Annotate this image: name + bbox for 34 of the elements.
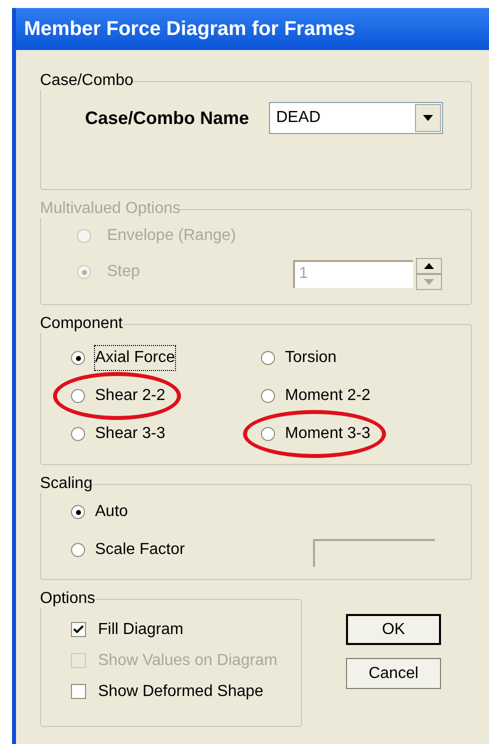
window-title: Member Force Diagram for Frames [24,17,356,42]
option-label: Moment 3-3 [285,424,370,444]
option-label: Envelope (Range) [107,226,236,246]
group-title: Multivalued Options [40,200,181,218]
option-label: Show Deformed Shape [98,682,264,702]
dialog-button[interactable]: Cancel [346,658,441,689]
option-label: Scale Factor [95,540,185,560]
option-label: Axial Force [95,346,176,370]
dialog-button[interactable]: OK [346,614,441,645]
option-label: Step [107,262,140,282]
option-label: Show Values on Diagram [98,650,278,670]
option-label: Auto [95,502,128,522]
group-title: Scaling [40,475,92,493]
group-title: Case/Combo [40,72,134,90]
option-label: Shear 3-3 [95,424,166,444]
option-label: Torsion [285,348,337,368]
radio-button[interactable] [71,351,85,365]
option-label: Shear 2-2 [95,386,166,406]
radio-button[interactable] [71,389,85,403]
spin-buttons[interactable] [416,258,442,290]
radio-button[interactable] [261,389,275,403]
option-label: Fill Diagram [98,620,184,640]
radio-button[interactable] [71,543,85,557]
checkbox[interactable] [71,684,86,699]
group-title: Component [40,315,123,333]
group-title: Options [40,590,96,608]
radio-button[interactable] [261,427,275,441]
radio-button[interactable] [71,427,85,441]
option-label: Moment 2-2 [285,386,370,406]
case-combo-dropdown[interactable]: DEAD [269,102,444,134]
radio-button[interactable] [261,351,275,365]
radio-button[interactable] [71,505,85,519]
case-combo-label: Case/Combo Name [85,106,250,130]
checkbox[interactable] [71,622,86,637]
